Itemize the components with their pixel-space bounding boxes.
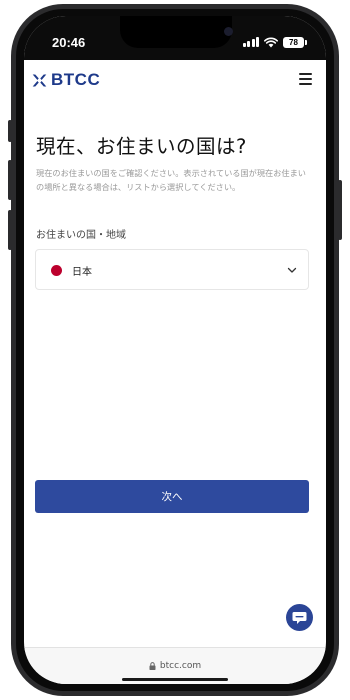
btcc-logo-mark-icon bbox=[32, 74, 47, 86]
chat-bubble-icon bbox=[292, 612, 307, 624]
logo-text: BTCC bbox=[51, 70, 101, 89]
app-header: BTCC bbox=[24, 60, 326, 100]
selected-country: 日本 bbox=[72, 267, 92, 278]
btcc-logo[interactable]: BTCC bbox=[31, 70, 100, 90]
page-title: 現在、お住まいの国は? bbox=[36, 135, 247, 158]
status-bar: 20:46 78 bbox=[24, 16, 326, 60]
status-icons: 78 bbox=[242, 36, 307, 48]
side-button-volume-down bbox=[8, 210, 12, 250]
page-description: 現在のお住まいの国をご確認ください。表示されている国が現在お住まいの場所と異なる… bbox=[36, 168, 306, 192]
home-indicator[interactable] bbox=[122, 678, 228, 681]
japan-flag-icon bbox=[51, 265, 62, 276]
lock-icon bbox=[149, 662, 156, 670]
side-button-silent bbox=[8, 120, 12, 142]
hamburger-menu-icon[interactable] bbox=[299, 73, 312, 85]
wifi-icon bbox=[264, 37, 278, 47]
chat-support-button[interactable] bbox=[286, 604, 313, 631]
battery-icon: 78 bbox=[283, 36, 307, 48]
next-button[interactable]: 次へ bbox=[35, 480, 309, 513]
url-text: btcc.com bbox=[159, 661, 202, 671]
chevron-down-icon bbox=[287, 267, 297, 273]
url-display[interactable]: btcc.com bbox=[24, 661, 326, 671]
signal-icon bbox=[242, 37, 259, 47]
side-button-power bbox=[338, 180, 342, 240]
side-button-volume-up bbox=[8, 160, 12, 200]
status-time: 20:46 bbox=[52, 35, 86, 50]
screen: 20:46 78 BTCC 現在、お住まいの国は? 現在のお住まいの国をご確認く… bbox=[24, 16, 326, 684]
country-select[interactable]: 日本 bbox=[35, 249, 309, 290]
camera-icon bbox=[224, 27, 233, 36]
country-field-label: お住まいの国・地域 bbox=[36, 230, 126, 241]
dynamic-notch bbox=[120, 16, 233, 48]
